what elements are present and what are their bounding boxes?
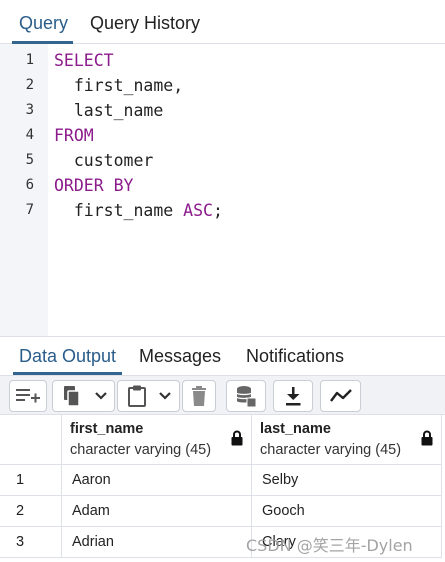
delete-icon bbox=[192, 386, 206, 406]
row-number: 3 bbox=[0, 527, 62, 558]
output-panel: Data Output Messages Notifications first… bbox=[0, 336, 445, 562]
paste-button-group[interactable] bbox=[117, 380, 180, 412]
tab-data-output[interactable]: Data Output bbox=[12, 337, 123, 375]
code-line[interactable]: last_name bbox=[54, 98, 163, 123]
row-number: 1 bbox=[0, 465, 62, 496]
save-data-button[interactable] bbox=[226, 380, 266, 412]
lock-icon bbox=[421, 430, 433, 446]
column-header-last-name[interactable]: last_name character varying (45) bbox=[252, 415, 442, 465]
watermark: CSDN @笑三年-Dylen bbox=[246, 536, 413, 555]
table-cell-first-name[interactable]: Adam bbox=[62, 496, 252, 527]
code-line[interactable]: first_name ASC; bbox=[54, 198, 223, 223]
column-name: first_name bbox=[70, 421, 144, 437]
add-row-button[interactable] bbox=[9, 380, 47, 412]
sql-text: last_name bbox=[54, 101, 164, 120]
table-cell-last-name[interactable]: Selby bbox=[252, 465, 442, 496]
sql-keyword: ASC bbox=[183, 201, 213, 220]
delete-button[interactable] bbox=[182, 380, 216, 412]
tab-notifications[interactable]: Notifications bbox=[246, 337, 344, 375]
line-number: 4 bbox=[25, 127, 34, 143]
code-line[interactable]: customer bbox=[54, 148, 153, 173]
copy-icon bbox=[63, 386, 80, 407]
code-line[interactable]: first_name, bbox=[54, 73, 183, 98]
tab-messages[interactable]: Messages bbox=[139, 337, 221, 375]
sql-text: customer bbox=[54, 151, 154, 170]
tab-query[interactable]: Query bbox=[6, 0, 81, 44]
row-number-header bbox=[0, 415, 62, 465]
line-number: 5 bbox=[25, 152, 34, 168]
sql-keyword: FROM bbox=[54, 126, 94, 145]
paste-icon bbox=[127, 385, 146, 407]
code-line[interactable]: FROM bbox=[54, 123, 94, 148]
code-line[interactable]: SELECT bbox=[54, 48, 114, 73]
editor-tab-bar: Query Query History bbox=[0, 0, 445, 44]
sql-text: first_name bbox=[54, 201, 184, 220]
line-number: 3 bbox=[25, 102, 34, 118]
graph-visualiser-button[interactable] bbox=[320, 380, 361, 412]
sql-keyword: ORDER BY bbox=[54, 176, 134, 195]
line-number: 7 bbox=[25, 202, 34, 218]
sql-editor[interactable]: 1 2 3 4 5 6 7 SELECT first_name, last_name FROM… bbox=[0, 44, 445, 336]
chevron-down-icon[interactable] bbox=[158, 391, 172, 401]
column-name: last_name bbox=[260, 421, 331, 437]
line-number: 1 bbox=[25, 52, 34, 68]
download-button[interactable] bbox=[273, 380, 313, 412]
add-row-icon bbox=[16, 389, 40, 403]
tab-query-history[interactable]: Query History bbox=[77, 0, 213, 44]
graph-visualiser-icon bbox=[329, 389, 352, 402]
save-data-icon bbox=[236, 386, 257, 408]
column-type: character varying (45) bbox=[260, 442, 402, 458]
sql-text: ; bbox=[212, 201, 223, 220]
column-type: character varying (45) bbox=[70, 442, 212, 458]
table-cell-first-name[interactable]: Aaron bbox=[62, 465, 252, 496]
download-icon bbox=[286, 387, 301, 406]
sql-keyword: SELECT bbox=[54, 51, 114, 70]
table-cell-first-name[interactable]: Adrian bbox=[62, 527, 252, 558]
lock-icon bbox=[231, 430, 243, 446]
line-number-gutter: 1 2 3 4 5 6 7 bbox=[0, 44, 48, 336]
row-number: 2 bbox=[0, 496, 62, 527]
code-area[interactable]: SELECT first_name, last_name FROM custome… bbox=[48, 44, 445, 336]
copy-button-group[interactable] bbox=[52, 380, 115, 412]
data-output-toolbar bbox=[0, 375, 445, 415]
chevron-down-icon[interactable] bbox=[94, 391, 108, 401]
column-header-first-name[interactable]: first_name character varying (45) bbox=[62, 415, 252, 465]
line-number: 6 bbox=[25, 177, 34, 193]
table-cell-last-name[interactable]: Gooch bbox=[252, 496, 442, 527]
line-number: 2 bbox=[25, 77, 34, 93]
sql-text: first_name, bbox=[54, 76, 184, 95]
code-line[interactable]: ORDER BY bbox=[54, 173, 133, 198]
